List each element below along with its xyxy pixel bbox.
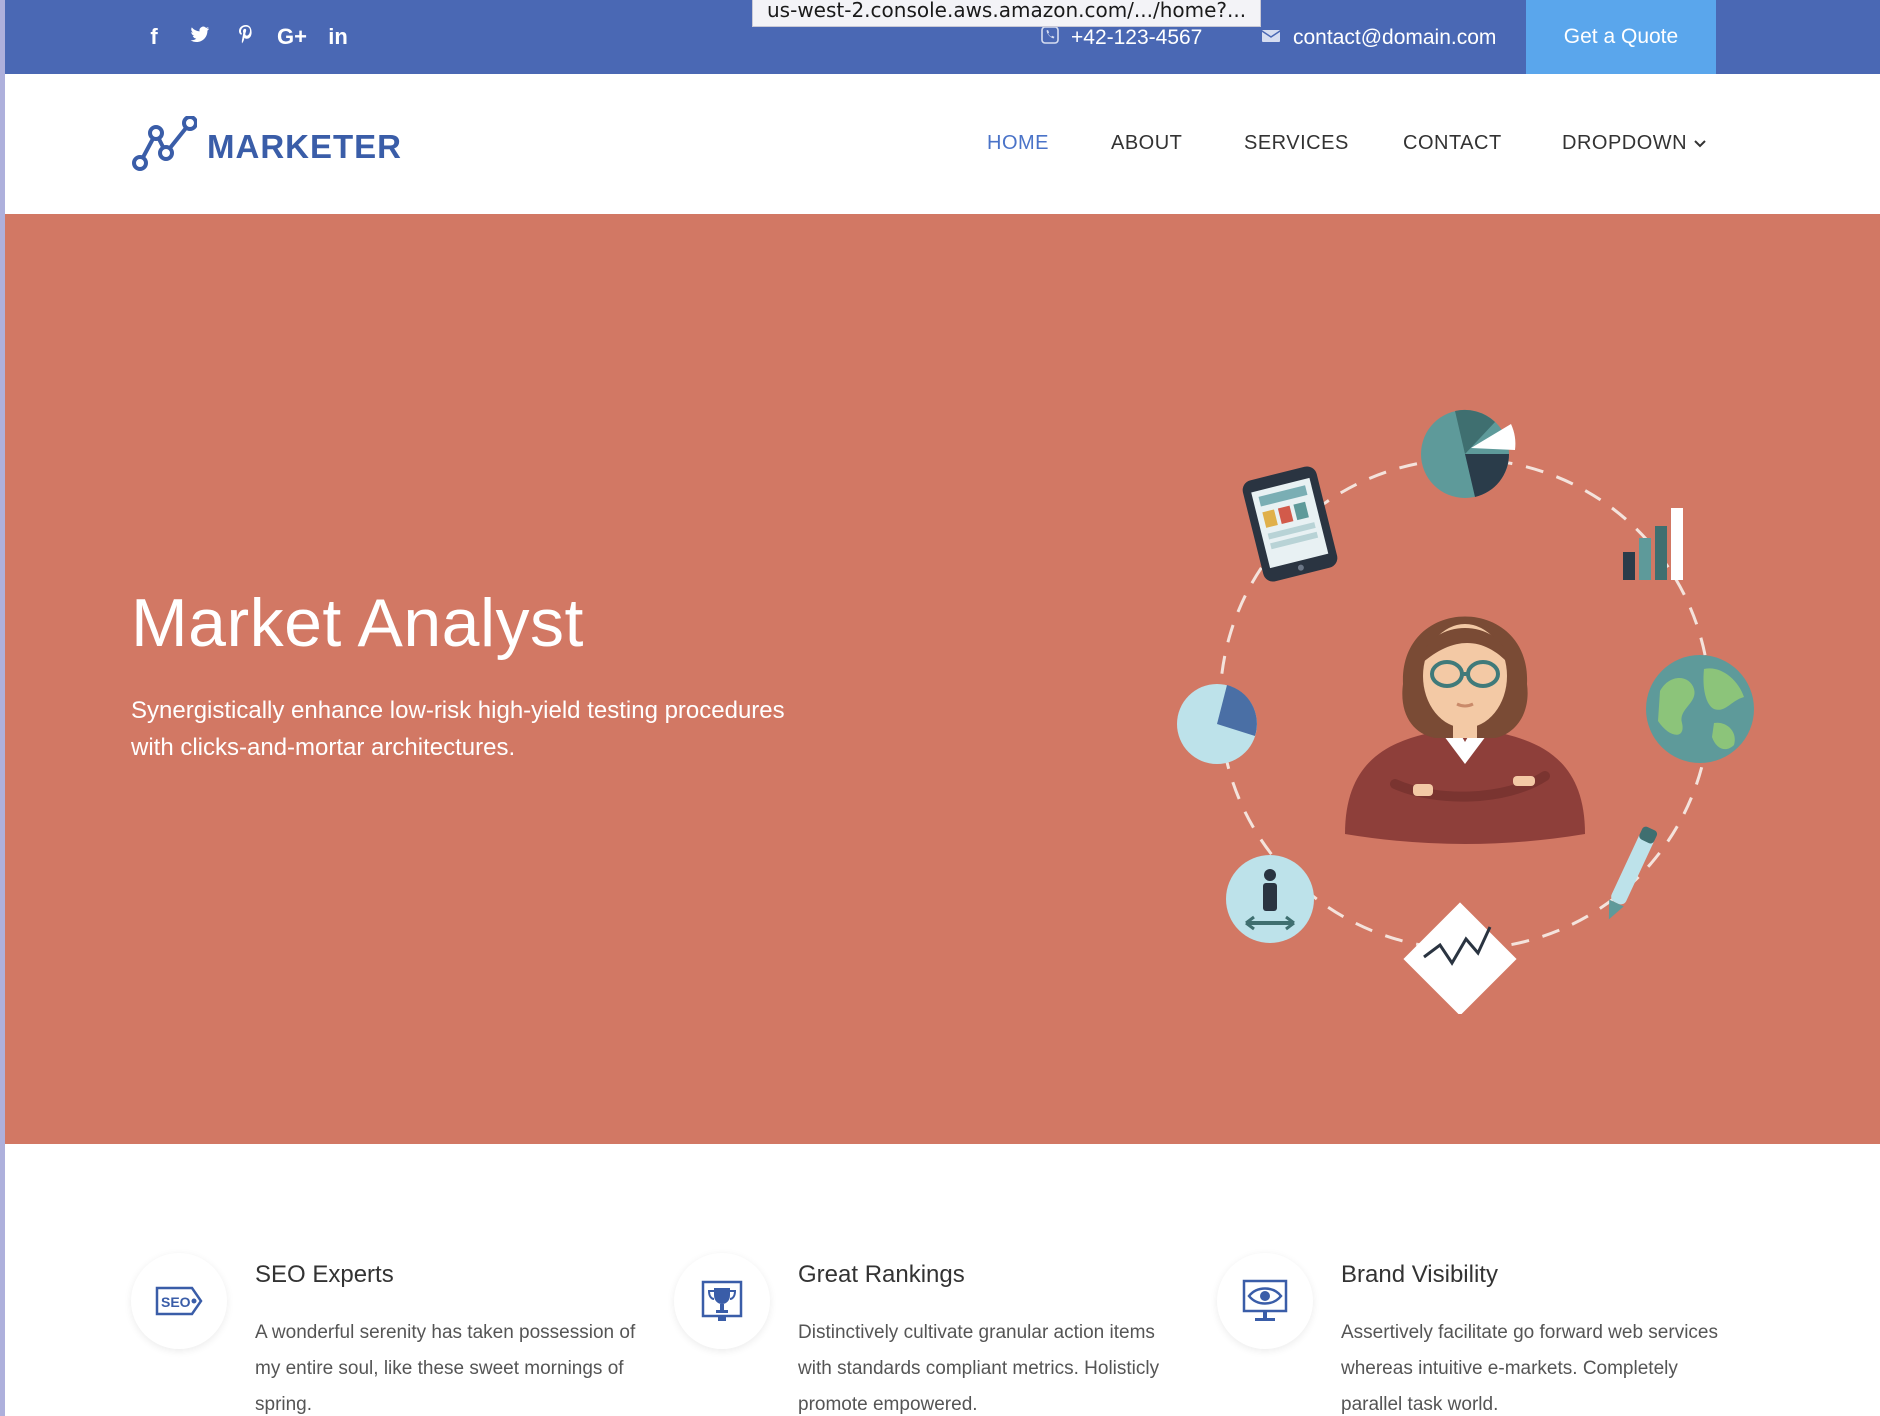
nav-dropdown-label: DROPDOWN <box>1562 132 1688 154</box>
person-target-icon <box>1226 855 1314 943</box>
brand-logo[interactable]: MARKETER <box>131 115 402 177</box>
nav-about[interactable]: ABOUT <box>1111 132 1182 155</box>
url-tooltip: us-west-2.console.aws.amazon.com/.../hom… <box>752 0 1262 27</box>
feature-title: Great Rankings <box>798 1261 965 1288</box>
feature-title: SEO Experts <box>255 1261 394 1288</box>
brand-name: MARKETER <box>207 127 402 165</box>
pie-chart-icon <box>1421 409 1516 498</box>
feature-text: Assertively facilitate go forward web se… <box>1341 1322 1718 1415</box>
small-pie-icon <box>1177 684 1257 764</box>
get-a-quote-button[interactable]: Get a Quote <box>1526 0 1716 74</box>
email-address: contact@domain.com <box>1293 26 1497 49</box>
pinterest-icon[interactable] <box>223 22 269 52</box>
google-plus-icon[interactable]: G+ <box>269 22 315 52</box>
main-navbar: MARKETER HOME ABOUT SERVICES CONTACT DRO… <box>5 74 1880 214</box>
envelope-icon <box>1261 26 1281 50</box>
hero-title: Market Analyst <box>131 585 584 661</box>
feature-text: Distinctively cultivate granular action … <box>798 1322 1160 1415</box>
nav-dropdown[interactable]: DROPDOWN <box>1562 132 1707 155</box>
nav-contact[interactable]: CONTACT <box>1403 132 1502 155</box>
phone-dashboard-icon <box>1242 466 1338 582</box>
phone-icon <box>1041 26 1059 50</box>
trend-chart-card-icon <box>1403 902 1517 1014</box>
pen-icon <box>1608 826 1658 920</box>
facebook-icon[interactable]: f <box>131 22 177 52</box>
linkedin-icon[interactable]: in <box>315 22 361 52</box>
feature-title: Brand Visibility <box>1341 1261 1498 1288</box>
phone-contact[interactable]: +42-123-4567 <box>1041 26 1202 50</box>
line-chart-logo-icon <box>131 115 198 177</box>
phone-number: +42-123-4567 <box>1071 26 1203 49</box>
seo-tag-text: SEO <box>161 1294 191 1310</box>
hero-subtitle: Synergistically enhance low-risk high-yi… <box>131 697 785 761</box>
seo-tag-icon: SEO <box>131 1253 227 1349</box>
trophy-icon <box>674 1253 770 1349</box>
chevron-down-icon <box>1693 132 1707 154</box>
analyst-woman-figure <box>1345 616 1585 844</box>
twitter-icon[interactable] <box>177 22 223 52</box>
bar-chart-icon <box>1623 508 1683 580</box>
globe-icon <box>1646 655 1754 763</box>
page: f G+ in +42-123-4567 contact@domain.com … <box>5 0 1880 1416</box>
nav-services[interactable]: SERVICES <box>1244 132 1349 155</box>
hero-banner: Market Analyst Synergistically enhance l… <box>5 214 1880 1144</box>
feature-text: A wonderful serenity has taken possessio… <box>255 1322 636 1415</box>
nav-home[interactable]: HOME <box>987 132 1049 155</box>
email-contact[interactable]: contact@domain.com <box>1261 26 1496 50</box>
eye-monitor-icon <box>1217 1253 1313 1349</box>
social-links: f G+ in <box>131 22 361 52</box>
analyst-illustration <box>1177 409 1754 1014</box>
